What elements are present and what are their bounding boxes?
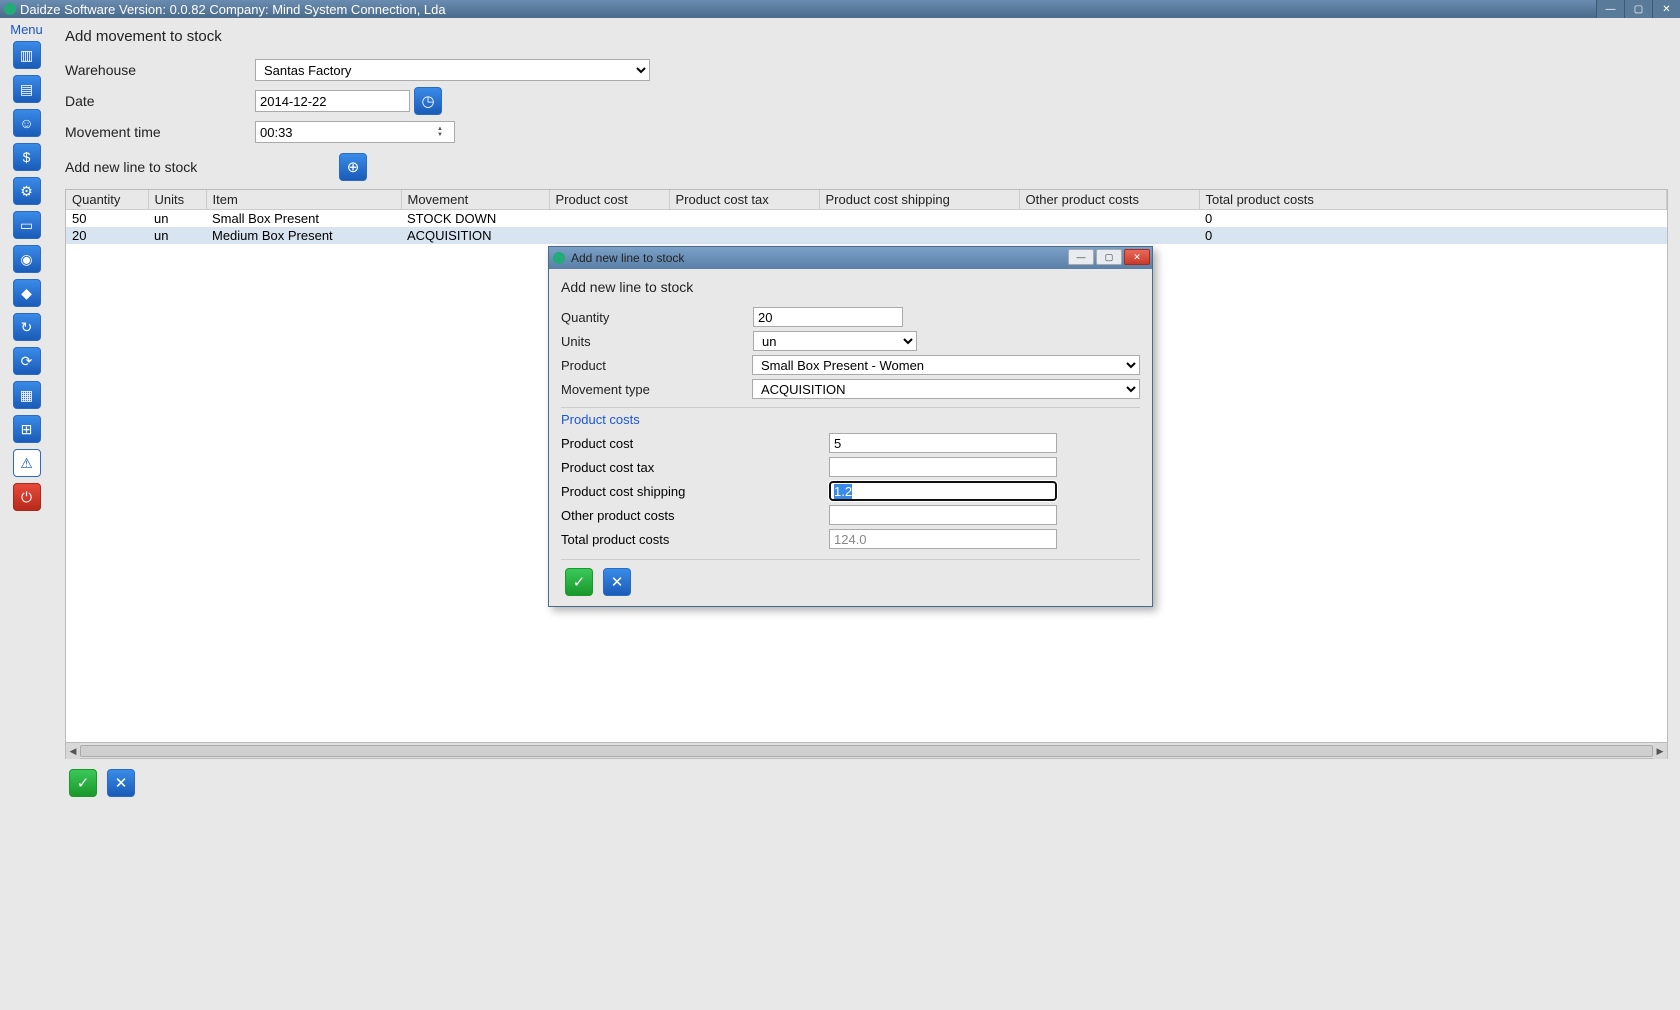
confirm-button[interactable]: ✓ [69,769,97,797]
maximize-button[interactable]: ▢ [1624,0,1652,18]
sidebar-btn-globe[interactable]: ◉ [13,245,41,273]
dlg-product-label: Product [561,358,752,373]
dlg-pc-input[interactable] [829,433,1057,453]
date-input[interactable] [255,90,410,112]
sidebar-btn-tag[interactable]: ◆ [13,279,41,307]
dlg-units-label: Units [561,334,753,349]
minimize-button[interactable]: — [1596,0,1624,18]
time-input[interactable] [255,121,455,143]
sidebar-btn-settings[interactable]: ⚙ [13,177,41,205]
dlg-units-select[interactable]: un [753,331,917,351]
dlg-confirm-button[interactable]: ✓ [565,568,593,596]
cancel-button[interactable]: ✕ [107,769,135,797]
date-picker-button[interactable]: ◷ [414,87,442,115]
dlg-quantity-label: Quantity [561,310,753,325]
sidebar-btn-calendar[interactable]: ▥ [13,41,41,69]
col-tpc[interactable]: Total product costs [1199,190,1667,210]
col-opc[interactable]: Other product costs [1019,190,1199,210]
sidebar-btn-alert[interactable]: ⚠ [13,449,41,477]
col-movement[interactable]: Movement [401,190,549,210]
dialog-titlebar[interactable]: Add new line to stock — ▢ ✕ [549,247,1152,269]
col-pcs[interactable]: Product cost shipping [819,190,1019,210]
dlg-pct-label: Product cost tax [561,460,829,475]
dialog-app-icon [553,252,565,264]
app-icon [4,3,16,15]
sidebar-btn-power[interactable]: ⏻ [13,483,41,511]
sidebar: Menu ▥ ▤ ☺ $ ⚙ ▭ ◉ ◆ ↻ ⟳ ▦ ⊞ ⚠ ⏻ [0,18,53,1010]
warehouse-label: Warehouse [65,62,255,78]
sidebar-btn-money[interactable]: $ [13,143,41,171]
sidebar-btn-sync[interactable]: ⟳ [13,347,41,375]
sidebar-btn-report[interactable]: ▦ [13,381,41,409]
menu-label: Menu [10,22,43,37]
col-quantity[interactable]: Quantity [66,190,148,210]
scroll-right-arrow[interactable]: ▶ [1653,743,1667,759]
window-controls: — ▢ ✕ [1596,0,1680,18]
col-pct[interactable]: Product cost tax [669,190,819,210]
dialog-minimize-button[interactable]: — [1068,249,1094,265]
dlg-pcs-label: Product cost shipping [561,484,829,499]
dlg-movement-select[interactable]: ACQUISITION [752,379,1140,399]
sidebar-btn-contacts[interactable]: ▭ [13,211,41,239]
scroll-left-arrow[interactable]: ◀ [66,743,80,759]
dlg-tpc-input [829,529,1057,549]
page-title: Add movement to stock [65,28,1668,45]
col-units[interactable]: Units [148,190,206,210]
col-pc[interactable]: Product cost [549,190,669,210]
add-line-button[interactable]: ⊕ [339,153,367,181]
sidebar-btn-user[interactable]: ☺ [13,109,41,137]
add-line-label: Add new line to stock [65,159,335,175]
close-button[interactable]: ✕ [1652,0,1680,18]
warehouse-select[interactable]: Santas Factory [255,59,650,81]
table-row[interactable]: 20 un Medium Box Present ACQUISITION 0 [66,227,1667,244]
scroll-thumb[interactable] [80,745,1653,757]
dlg-pc-label: Product cost [561,436,829,451]
table-hscrollbar[interactable]: ◀ ▶ [66,742,1667,758]
dialog-close-button[interactable]: ✕ [1124,249,1150,265]
dlg-pcs-input[interactable] [829,481,1057,501]
dlg-opc-label: Other product costs [561,508,829,523]
dlg-product-select[interactable]: Small Box Present - Women [752,355,1140,375]
add-line-dialog: Add new line to stock — ▢ ✕ Add new line… [548,246,1153,607]
sidebar-btn-calc[interactable]: ⊞ [13,415,41,443]
dlg-opc-input[interactable] [829,505,1057,525]
dlg-costs-heading: Product costs [561,407,1140,427]
dialog-maximize-button[interactable]: ▢ [1096,249,1122,265]
table-row[interactable]: 50 un Small Box Present STOCK DOWN 0 [66,210,1667,228]
sidebar-btn-document[interactable]: ▤ [13,75,41,103]
sidebar-btn-refresh[interactable]: ↻ [13,313,41,341]
dialog-heading: Add new line to stock [561,279,1140,295]
content-area: Add movement to stock Warehouse Santas F… [53,18,1680,1010]
dlg-cancel-button[interactable]: ✕ [603,568,631,596]
dlg-tpc-label: Total product costs [561,532,829,547]
main-titlebar: Daidze Software Version: 0.0.82 Company:… [0,0,1680,18]
date-label: Date [65,93,255,109]
dlg-pct-input[interactable] [829,457,1057,477]
col-item[interactable]: Item [206,190,401,210]
dlg-movement-label: Movement type [561,382,752,397]
dialog-title-text: Add new line to stock [571,251,684,265]
time-label: Movement time [65,124,255,140]
dlg-quantity-input[interactable] [753,307,903,327]
titlebar-text: Daidze Software Version: 0.0.82 Company:… [20,2,446,17]
